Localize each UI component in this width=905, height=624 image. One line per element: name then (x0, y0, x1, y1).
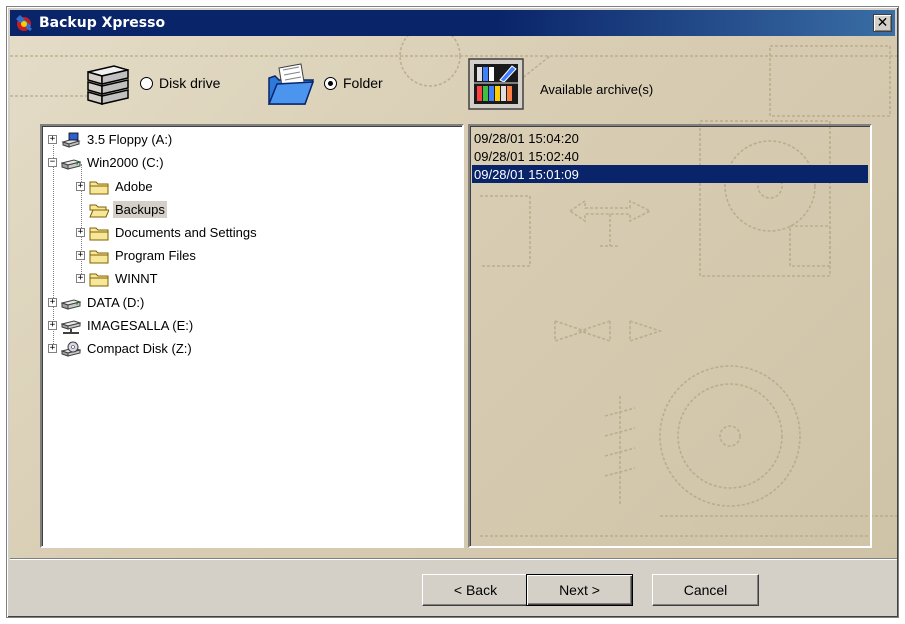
close-button[interactable]: ✕ (873, 14, 892, 32)
archive-shelf-icon (468, 58, 524, 110)
tree-item-label: Documents and Settings (115, 225, 257, 240)
cd-drive-icon (61, 341, 81, 357)
floppy-drive-icon (61, 132, 81, 148)
tree-item-documents[interactable]: + Documents and Settings (76, 222, 259, 243)
disk-drive-label: Disk drive (159, 75, 221, 91)
folder-icon (89, 250, 109, 263)
archive-item[interactable]: 09/28/01 15:04:20 (472, 129, 868, 147)
window-title: Backup Xpresso (39, 15, 166, 31)
tree-item-label: 3.5 Floppy (A:) (87, 132, 173, 147)
expand-icon[interactable]: + (48, 298, 57, 307)
tree-item-compact-disk[interactable]: + Compact Disk (Z:) (48, 338, 194, 359)
app-icon (16, 14, 32, 32)
expand-icon[interactable]: + (48, 135, 57, 144)
hard-drive-icon (61, 298, 81, 310)
folder-icon (89, 227, 109, 240)
close-icon: ✕ (876, 15, 889, 31)
expand-icon[interactable]: + (48, 344, 57, 353)
expand-icon[interactable]: + (48, 321, 57, 330)
back-button[interactable]: < Back (422, 574, 529, 606)
title-bar[interactable]: Backup Xpresso ✕ (10, 10, 895, 36)
tree-item-winnt[interactable]: + WINNT (76, 268, 160, 289)
folder-label: Folder (343, 75, 383, 91)
cancel-button[interactable]: Cancel (652, 574, 759, 606)
tree-item-adobe[interactable]: + Adobe (76, 176, 155, 197)
folder-radio[interactable] (324, 76, 337, 90)
wizard-buttons: < Back Next > Cancel (10, 560, 897, 616)
available-archives-label: Available archive(s) (540, 82, 654, 97)
tree-item-label: Adobe (115, 179, 153, 194)
tree-item-label: Backups (113, 201, 167, 218)
expand-icon[interactable]: + (76, 228, 85, 237)
wizard-content: Disk drive Folder Available archive(s) +… (10, 36, 897, 558)
tree-item-label: IMAGESALLA (E:) (87, 318, 194, 333)
tree-item-floppy[interactable]: + 3.5 Floppy (A:) (48, 129, 174, 150)
tree-item-label: WINNT (115, 271, 158, 286)
folder-open-icon (89, 204, 109, 217)
next-button[interactable]: Next > (526, 574, 633, 606)
folder-icon (89, 181, 109, 194)
tree-item-backups[interactable]: Backups (89, 199, 167, 220)
collapse-icon[interactable]: − (48, 158, 57, 167)
tree-item-label: Compact Disk (Z:) (87, 341, 192, 356)
disk-drive-radio[interactable] (140, 76, 153, 90)
tree-item-data[interactable]: + DATA (D:) (48, 292, 146, 313)
disk-drive-option[interactable]: Disk drive (140, 75, 220, 91)
expand-icon[interactable]: + (76, 182, 85, 191)
tree-item-label: DATA (D:) (87, 295, 145, 310)
backup-xpresso-window: Backup Xpresso ✕ Disk drive Folder Avail… (6, 6, 899, 618)
tree-item-program-files[interactable]: + Program Files (76, 245, 198, 266)
folder-icon (89, 273, 109, 286)
hard-drive-icon (61, 158, 81, 170)
expand-icon[interactable]: + (76, 251, 85, 260)
disk-drive-icon[interactable] (84, 62, 132, 106)
tree-item-win2000[interactable]: − Win2000 (C:) (48, 152, 166, 173)
folder-big-icon[interactable] (265, 60, 317, 108)
tree-item-label: Win2000 (C:) (87, 155, 164, 170)
archive-list[interactable]: 09/28/01 15:04:20 09/28/01 15:02:40 09/2… (468, 124, 872, 548)
archive-item[interactable]: 09/28/01 15:02:40 (472, 147, 868, 165)
tree-item-imagesalla[interactable]: + IMAGESALLA (E:) (48, 315, 195, 336)
folder-tree[interactable]: + 3.5 Floppy (A:) − Win2000 (C:) + Adobe… (40, 124, 464, 548)
expand-icon[interactable]: + (76, 274, 85, 283)
network-drive-icon (61, 319, 81, 334)
tree-item-label: Program Files (115, 248, 196, 263)
folder-option[interactable]: Folder (324, 75, 383, 91)
archive-item[interactable]: 09/28/01 15:01:09 (472, 165, 868, 183)
